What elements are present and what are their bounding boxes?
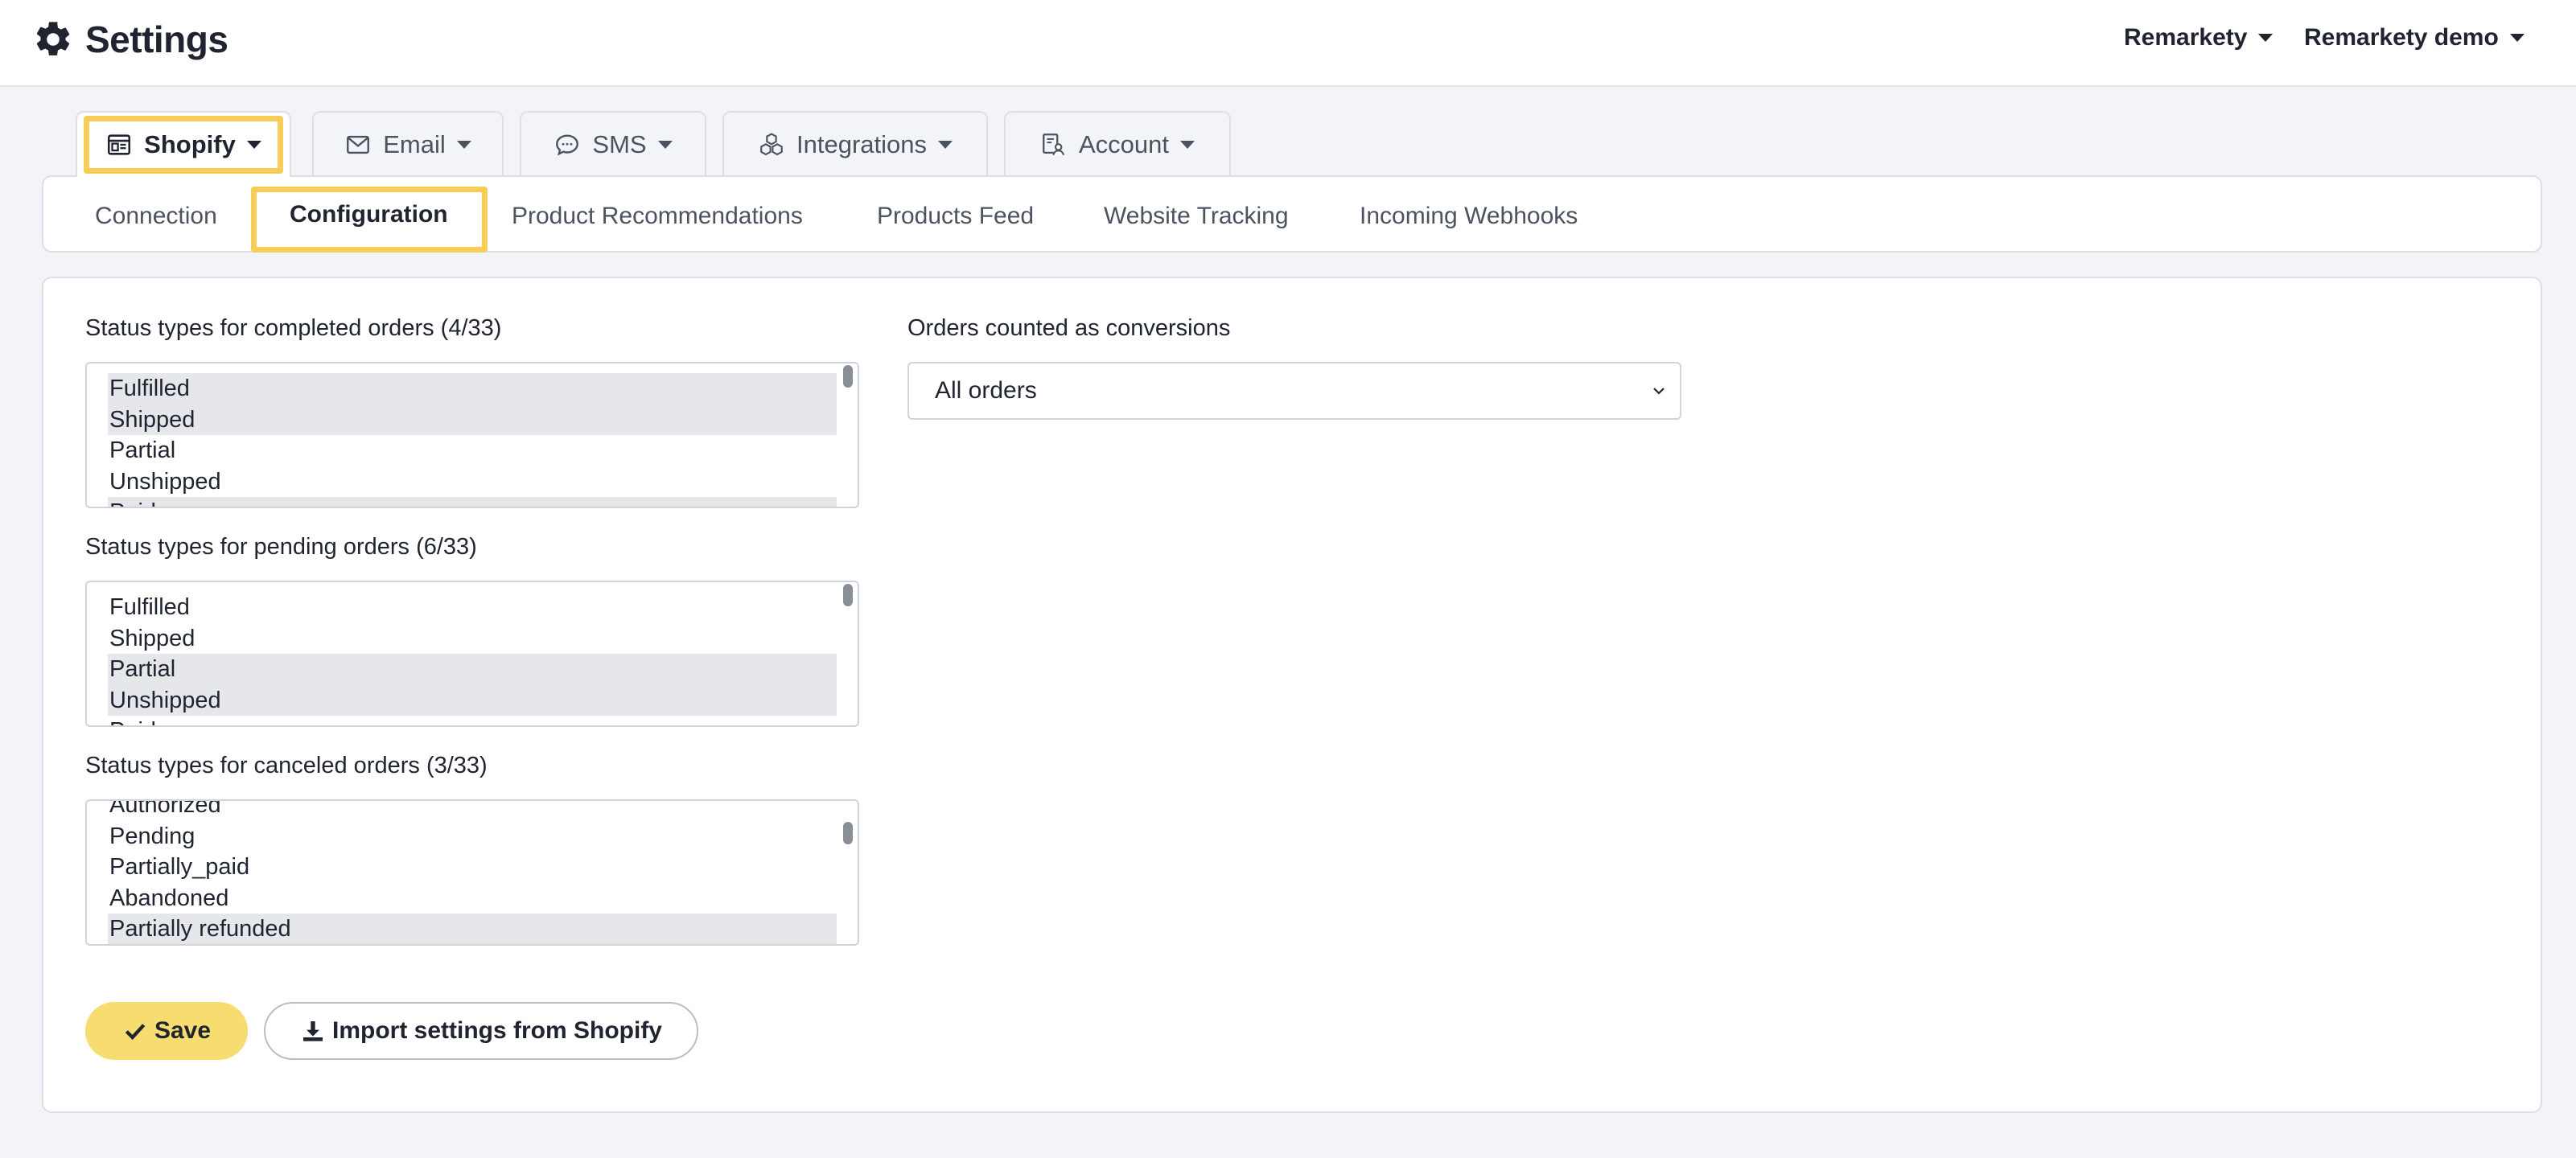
tab-shopify[interactable]: Shopify: [76, 111, 291, 177]
user-menu[interactable]: Remarkety demo: [2304, 24, 2525, 51]
conversions-label: Orders counted as conversions: [907, 315, 1231, 341]
cubes-icon: [760, 133, 783, 156]
save-button-label: Save: [154, 1017, 212, 1044]
tab-label: Email: [383, 130, 446, 158]
list-option[interactable]: Paid: [108, 716, 837, 725]
check-icon: [125, 1024, 146, 1041]
caret-down-icon: [1180, 141, 1195, 149]
list-option[interactable]: Abandoned: [108, 883, 837, 914]
subtab-configuration[interactable]: Configuration: [290, 201, 448, 228]
caret-down-icon: [246, 141, 261, 149]
conversions-select-value: All orders: [935, 377, 1037, 404]
import-button-label: Import settings from Shopify: [331, 1017, 662, 1044]
list-option[interactable]: Partial: [108, 435, 837, 466]
subtab-website-tracking[interactable]: Website Tracking: [1104, 203, 1289, 230]
account-icon: [1043, 133, 1065, 156]
pending-orders-listbox[interactable]: Fulfilled Shipped Partial Unshipped Paid: [85, 581, 859, 727]
subtab-product-recommendations[interactable]: Product Recommendations: [512, 203, 803, 230]
save-button[interactable]: Save: [85, 1002, 248, 1060]
scrollbar-thumb[interactable]: [843, 822, 853, 844]
configuration-card: Status types for completed orders (4/33)…: [42, 277, 2542, 1113]
caret-down-icon: [2509, 34, 2525, 42]
list-option[interactable]: Fulfilled: [108, 373, 837, 404]
chat-bubble-icon: [556, 134, 579, 156]
tab-label: Shopify: [144, 130, 236, 158]
list-option[interactable]: Unshipped: [108, 684, 837, 716]
tab-label: Account: [1078, 130, 1169, 158]
list-option[interactable]: Shipped: [108, 404, 837, 435]
gear-icon: [36, 22, 70, 55]
top-bar: Settings Remarkety Remarkety demo: [0, 0, 2576, 87]
tab-sms[interactable]: SMS: [520, 111, 706, 177]
tab-label: SMS: [592, 130, 647, 158]
download-icon: [302, 1021, 323, 1041]
scrollbar-thumb[interactable]: [843, 584, 853, 606]
chevron-down-icon: [1653, 388, 1665, 395]
account-switcher-label: Remarkety: [2124, 24, 2248, 51]
list-option[interactable]: Partial: [108, 654, 837, 685]
caret-down-icon: [938, 141, 953, 149]
conversions-select[interactable]: All orders: [907, 362, 1681, 420]
envelope-icon: [347, 135, 370, 154]
user-menu-label: Remarkety demo: [2304, 24, 2499, 51]
list-option[interactable]: Pending: [108, 821, 837, 852]
tab-label: Integrations: [796, 130, 927, 158]
tab-account[interactable]: Account: [1004, 111, 1231, 177]
list-option[interactable]: Unshipped: [108, 466, 837, 498]
subtab-incoming-webhooks[interactable]: Incoming Webhooks: [1360, 203, 1578, 230]
page-header: Settings: [32, 18, 228, 61]
sub-navigation: Connection Configuration Product Recomme…: [42, 175, 2542, 253]
scrollbar-thumb[interactable]: [843, 365, 853, 388]
completed-orders-listbox[interactable]: Fulfilled Shipped Partial Unshipped Paid: [85, 362, 859, 508]
caret-down-icon: [657, 141, 673, 149]
list-option[interactable]: Partially_paid: [108, 852, 837, 883]
caret-down-icon: [456, 141, 471, 149]
list-option[interactable]: Fulfilled: [108, 592, 837, 623]
subtab-products-feed[interactable]: Products Feed: [877, 203, 1034, 230]
tab-integrations[interactable]: Integrations: [722, 111, 988, 177]
pending-orders-label: Status types for pending orders (6/33): [85, 534, 477, 560]
tab-email[interactable]: Email: [312, 111, 504, 177]
list-option[interactable]: Paid: [108, 497, 837, 507]
canceled-orders-listbox[interactable]: Authorized Pending Partially_paid Abando…: [85, 799, 859, 946]
subtab-connection[interactable]: Connection: [95, 203, 217, 230]
completed-orders-label: Status types for completed orders (4/33): [85, 315, 502, 341]
store-icon: [108, 134, 131, 155]
caret-down-icon: [2258, 34, 2274, 42]
list-option[interactable]: Shipped: [108, 623, 837, 655]
account-switcher-menu[interactable]: Remarkety: [2124, 24, 2274, 51]
list-option[interactable]: Partially refunded: [108, 914, 837, 944]
page-title: Settings: [85, 18, 228, 60]
canceled-orders-label: Status types for canceled orders (3/33): [85, 753, 488, 778]
import-settings-button[interactable]: Import settings from Shopify: [264, 1002, 698, 1060]
list-option[interactable]: Authorized: [108, 801, 837, 821]
